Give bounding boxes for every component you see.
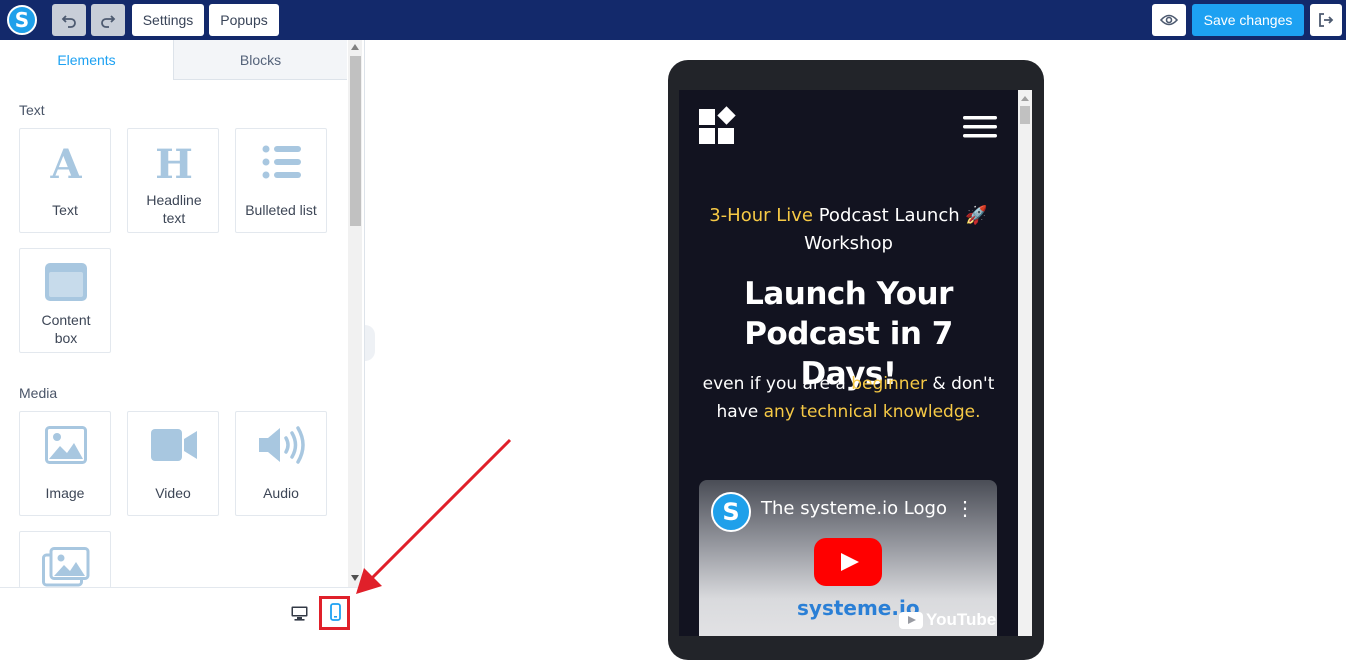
mobile-view-highlight [319, 596, 350, 630]
annotation-arrow [356, 438, 512, 594]
